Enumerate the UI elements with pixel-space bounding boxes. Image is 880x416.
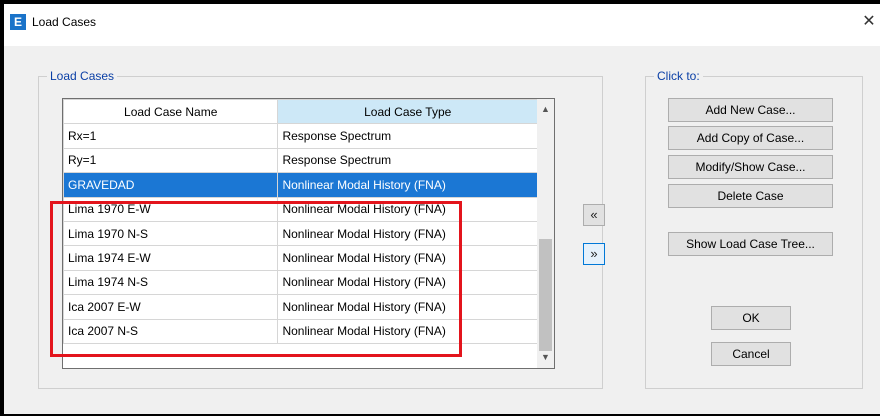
- load-case-type-cell[interactable]: Nonlinear Modal History (FNA): [277, 172, 538, 198]
- scroll-down-icon[interactable]: ▼: [537, 349, 554, 366]
- table-row[interactable]: Rx=1 Response Spectrum: [63, 123, 538, 149]
- load-case-type-cell[interactable]: Nonlinear Modal History (FNA): [277, 294, 538, 320]
- window-title: Load Cases: [32, 15, 97, 29]
- click-to-group-label: Click to:: [654, 69, 703, 83]
- title-bar[interactable]: E Load Cases ✕: [4, 4, 880, 46]
- move-up-button[interactable]: «: [583, 204, 605, 226]
- load-case-name-cell[interactable]: Lima 1974 N-S: [63, 269, 279, 296]
- load-case-type-cell[interactable]: Nonlinear Modal History (FNA): [277, 245, 538, 271]
- load-case-type-cell[interactable]: Response Spectrum: [277, 123, 538, 149]
- table-row[interactable]: Lima 1970 E-W Nonlinear Modal History (F…: [63, 196, 538, 222]
- table-row[interactable]: Lima 1974 E-W Nonlinear Modal History (F…: [63, 245, 538, 271]
- table-row[interactable]: Lima 1970 N-S Nonlinear Modal History (F…: [63, 220, 538, 247]
- load-case-type-cell[interactable]: Nonlinear Modal History (FNA): [277, 196, 538, 222]
- load-case-type-cell[interactable]: Nonlinear Modal History (FNA): [277, 269, 538, 296]
- load-case-name-cell[interactable]: Ry=1: [63, 147, 279, 174]
- load-case-name-cell[interactable]: Ica 2007 E-W: [63, 294, 279, 320]
- add-new-case-button[interactable]: Add New Case...: [668, 98, 833, 122]
- load-case-name-cell[interactable]: Lima 1970 N-S: [63, 220, 279, 247]
- table-header-row: Load Case Name Load Case Type: [63, 99, 538, 125]
- load-case-name-cell[interactable]: Ica 2007 N-S: [63, 318, 279, 344]
- load-case-name-cell[interactable]: Lima 1970 E-W: [63, 196, 279, 222]
- column-header-name[interactable]: Load Case Name: [63, 99, 279, 125]
- cancel-button[interactable]: Cancel: [711, 342, 791, 366]
- add-copy-of-case-button[interactable]: Add Copy of Case...: [668, 126, 833, 150]
- load-cases-group-label: Load Cases: [47, 69, 118, 83]
- load-case-name-cell[interactable]: Lima 1974 E-W: [63, 245, 279, 271]
- table-row[interactable]: Lima 1974 N-S Nonlinear Modal History (F…: [63, 269, 538, 296]
- show-load-case-tree-button[interactable]: Show Load Case Tree...: [668, 232, 833, 256]
- table-row[interactable]: Ry=1 Response Spectrum: [63, 147, 538, 174]
- scrollbar-thumb[interactable]: [539, 239, 552, 351]
- load-case-type-cell[interactable]: Response Spectrum: [277, 147, 538, 174]
- move-down-button[interactable]: »: [583, 243, 605, 265]
- load-case-type-cell[interactable]: Nonlinear Modal History (FNA): [277, 318, 538, 344]
- table-row[interactable]: Ica 2007 E-W Nonlinear Modal History (FN…: [63, 294, 538, 320]
- load-case-name-cell[interactable]: GRAVEDAD: [63, 172, 279, 198]
- vertical-scrollbar[interactable]: ▲ ▼: [537, 99, 554, 368]
- table-row[interactable]: Ica 2007 N-S Nonlinear Modal History (FN…: [63, 318, 538, 344]
- load-case-type-cell[interactable]: Nonlinear Modal History (FNA): [277, 220, 538, 247]
- modify-show-case-button[interactable]: Modify/Show Case...: [668, 155, 833, 179]
- table-row-selected[interactable]: GRAVEDAD Nonlinear Modal History (FNA): [63, 172, 538, 198]
- delete-case-button[interactable]: Delete Case: [668, 184, 833, 208]
- load-case-name-cell[interactable]: Rx=1: [63, 123, 279, 149]
- scroll-up-icon[interactable]: ▲: [537, 101, 554, 118]
- load-cases-table[interactable]: Load Case Name Load Case Type Rx=1 Respo…: [62, 98, 555, 369]
- close-icon[interactable]: ✕: [858, 10, 880, 34]
- ok-button[interactable]: OK: [711, 306, 791, 330]
- column-header-type[interactable]: Load Case Type: [277, 99, 538, 125]
- etabs-app-icon: E: [10, 14, 26, 30]
